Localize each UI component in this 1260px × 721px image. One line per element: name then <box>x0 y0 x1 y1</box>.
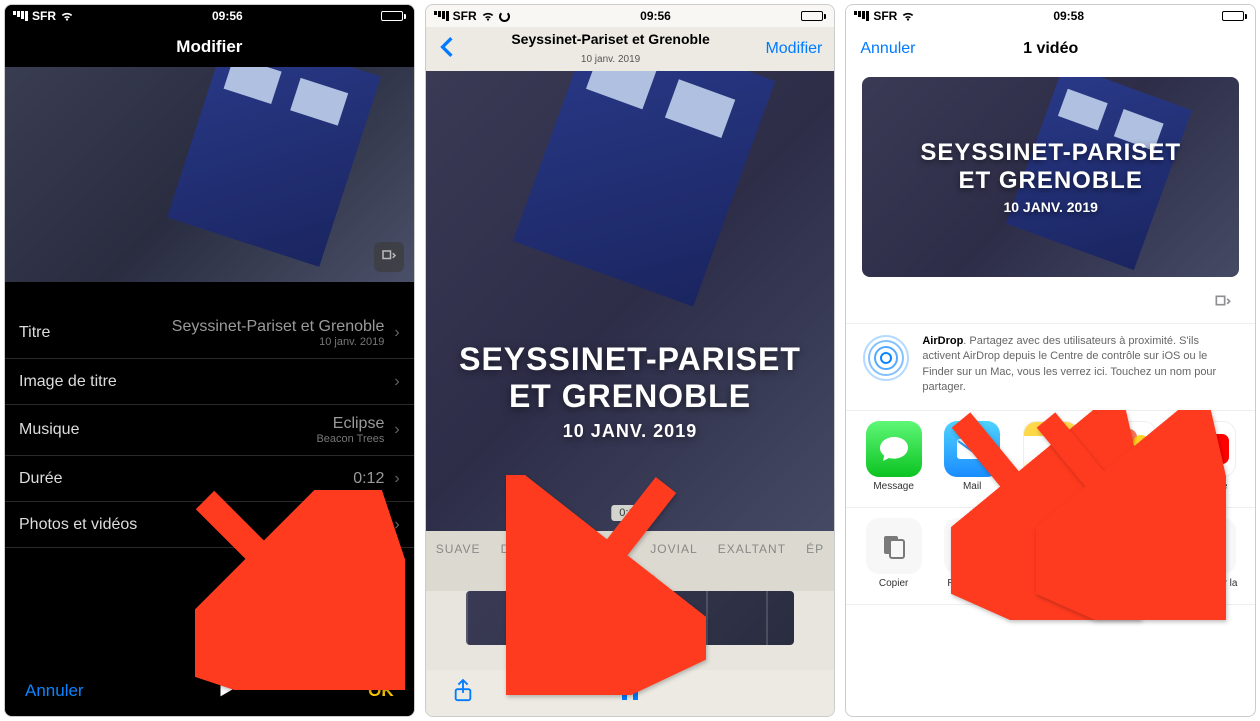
wifi-icon <box>901 9 915 23</box>
nav-bar: Modifier <box>5 27 414 67</box>
back-button[interactable] <box>438 36 456 63</box>
row-media[interactable]: Photos et vidéos 5 éléments› <box>5 502 414 548</box>
status-bar: SFR 09:58 <box>846 5 1255 27</box>
airplay-icon <box>1023 518 1079 574</box>
chevron-right-icon: › <box>394 516 399 534</box>
row-title[interactable]: Titre Seyssinet-Pariset et Grenoble10 ja… <box>5 308 414 359</box>
action-copy[interactable]: Copier <box>854 518 933 600</box>
battery-icon <box>801 11 826 21</box>
photos-icon <box>1101 421 1157 477</box>
carrier: SFR <box>873 9 897 23</box>
app-youtube[interactable]: YouTube <box>1168 421 1247 503</box>
wifi-icon <box>481 9 495 23</box>
copy-icon <box>866 518 922 574</box>
share-button[interactable] <box>452 678 474 709</box>
mail-icon <box>944 421 1000 477</box>
loading-spinner-icon <box>499 11 510 22</box>
hero-title: SEYSSINET-PARISET ET GRENOBLE 10 JANV. 2… <box>459 341 801 442</box>
share-apps-row: Message Mail Notes Ajouter à Photos part… <box>846 411 1255 508</box>
wifi-icon <box>60 9 74 23</box>
airdrop-icon <box>862 334 910 382</box>
row-title-image[interactable]: Image de titre › <box>5 359 414 405</box>
ok-button[interactable]: OK <box>368 681 394 701</box>
carrier: SFR <box>453 9 477 23</box>
video-preview[interactable] <box>5 67 414 282</box>
app-messages[interactable]: Message <box>854 421 933 503</box>
length-label: COURT <box>426 567 835 591</box>
memory-preview-screen: SFR 09:56 Seyssinet-Pariset et Grenoble … <box>425 4 836 717</box>
cancel-button[interactable]: Annuler <box>860 40 915 58</box>
footer-bar: Annuler OK <box>5 666 414 716</box>
carrier: SFR <box>32 9 56 23</box>
app-notes[interactable]: Notes <box>1011 421 1090 503</box>
edit-button[interactable]: Modifier <box>765 40 822 58</box>
action-airplay[interactable]: AirPlay <box>1011 518 1090 600</box>
signal-icon <box>434 11 449 21</box>
pause-button[interactable] <box>620 680 640 707</box>
action-shortcuts[interactable]: Raccourcis <box>933 518 1012 600</box>
notes-icon <box>1023 421 1079 477</box>
video-thumbnail[interactable]: SEYSSINET-PARISET ET GRENOBLE 10 JANV. 2… <box>862 77 1239 277</box>
duration-badge: 0:10 <box>611 505 648 521</box>
nav-title: Modifier <box>176 37 242 57</box>
airdrop-section[interactable]: AirDrop. Partagez avec des utilisateurs … <box>846 323 1255 411</box>
chevron-right-icon: › <box>394 324 399 342</box>
signal-icon <box>854 11 869 21</box>
shortcuts-icon <box>944 518 1000 574</box>
app-shared-photos[interactable]: Ajouter à Photos partagées <box>1090 421 1169 503</box>
play-icon[interactable] <box>215 678 237 705</box>
messages-icon <box>866 421 922 477</box>
chevron-right-icon: › <box>394 373 399 391</box>
signal-icon <box>13 11 28 21</box>
thumb-title: SEYSSINET-PARISET ET GRENOBLE 10 JANV. 2… <box>920 139 1181 215</box>
rotate-icon[interactable] <box>1209 289 1237 317</box>
row-music[interactable]: Musique EclipseBeacon Trees › <box>5 405 414 456</box>
cancel-button[interactable]: Annuler <box>25 681 84 701</box>
battery-icon <box>381 11 406 21</box>
rotate-icon[interactable] <box>374 242 404 272</box>
status-bar: SFR 09:56 <box>5 5 414 27</box>
folder-icon <box>1101 518 1157 574</box>
nav-title: Seyssinet-Pariset et Grenoble 10 janv. 2… <box>511 31 709 66</box>
clock: 09:56 <box>640 9 671 23</box>
action-save-video[interactable]: Enregistrer la vidéo <box>1168 518 1247 600</box>
edit-memory-screen: SFR 09:56 Modifier Titre Seyssinet-Paris… <box>4 4 415 717</box>
mood-indicator-dot <box>623 546 630 553</box>
battery-icon <box>1222 11 1247 21</box>
airdrop-text: AirDrop. Partagez avec des utilisateurs … <box>922 334 1239 396</box>
nav-bar: Seyssinet-Pariset et Grenoble 10 janv. 2… <box>426 27 835 71</box>
clock: 09:58 <box>1053 9 1084 23</box>
chevron-right-icon: › <box>394 470 399 488</box>
clock: 09:56 <box>212 9 243 23</box>
youtube-icon <box>1180 421 1236 477</box>
nav-title: 1 vidéo <box>1023 40 1078 58</box>
share-actions-row: Copier Raccourcis AirPlay Enregistrer da… <box>846 508 1255 605</box>
memory-hero[interactable]: SEYSSINET-PARISET ET GRENOBLE 10 JANV. 2… <box>426 71 835 531</box>
footer-bar <box>426 670 835 716</box>
download-icon <box>1180 518 1236 574</box>
app-mail[interactable]: Mail <box>933 421 1012 503</box>
status-bar: SFR 09:56 <box>426 5 835 27</box>
mood-selector[interactable]: SUAVE DÉCONTRACTÉ JOVIAL EXALTANT ÉP <box>426 531 835 567</box>
settings-list: Titre Seyssinet-Pariset et Grenoble10 ja… <box>5 308 414 548</box>
nav-bar: Annuler 1 vidéo <box>846 27 1255 71</box>
action-save-files[interactable]: Enregistrer dans Fichiers <box>1090 518 1169 600</box>
row-duration[interactable]: Durée 0:12› <box>5 456 414 502</box>
filmstrip[interactable] <box>466 591 795 645</box>
share-sheet-screen: SFR 09:58 Annuler 1 vidéo SEYSSINET-PARI… <box>845 4 1256 717</box>
chevron-right-icon: › <box>394 421 399 439</box>
